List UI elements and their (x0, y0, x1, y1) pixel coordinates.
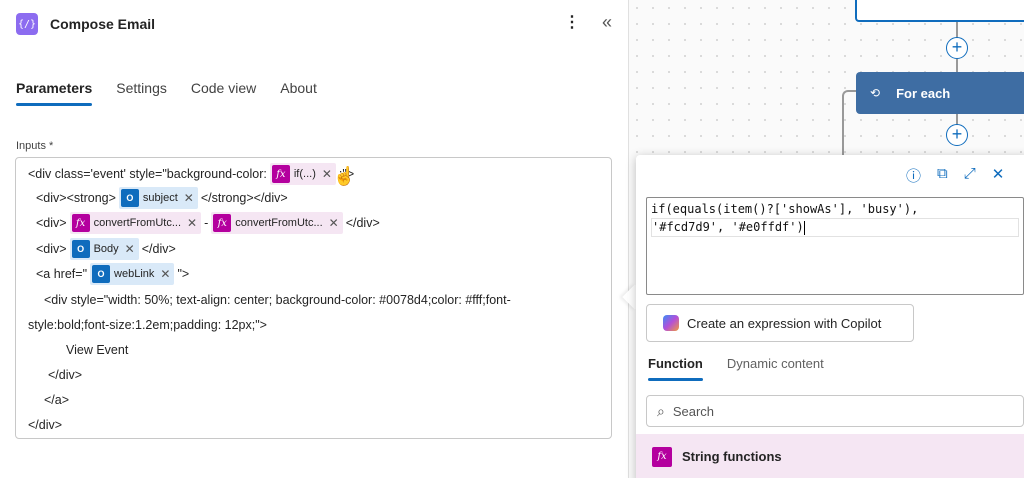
search-placeholder: Search (672, 403, 715, 419)
token-label: if(...) (293, 168, 316, 180)
action-panel: {/} Compose Email ⋮ « Parameters Setting… (0, 0, 628, 478)
fx-icon: fx (652, 446, 672, 467)
branch-line (842, 90, 856, 160)
code-text: style:bold;font-size:1.2em;padding: 12px… (28, 318, 267, 332)
fx-icon: fx (271, 165, 290, 183)
outlook-icon: O (71, 240, 90, 258)
fx-icon: fx (213, 214, 232, 232)
code-text: </strong></div> (200, 191, 288, 205)
outlook-icon: O (92, 265, 111, 283)
remove-token-icon[interactable]: ✕ (322, 167, 332, 181)
code-text: <div> (36, 242, 67, 256)
token-label: convertFromUtc... (235, 217, 323, 229)
outlook-icon: O (120, 189, 139, 207)
function-tabs: Function Dynamic content (648, 356, 824, 381)
editor-line: </div> (28, 414, 62, 436)
remove-token-icon[interactable]: ✕ (329, 216, 339, 230)
expression-line-current: '#fcd7d9', '#e0ffdf') (651, 218, 1019, 237)
for-each-node[interactable]: ⟲ For each (856, 72, 1024, 114)
code-text: <div class='event' style="background-col… (28, 167, 267, 181)
text-caret (803, 220, 805, 235)
remove-token-icon[interactable]: ✕ (184, 191, 194, 205)
token-label: webLink (114, 268, 155, 280)
connector-line (956, 59, 958, 72)
code-text: </div> (28, 418, 63, 432)
code-text: View Event (66, 343, 129, 357)
tab-about[interactable]: About (280, 80, 317, 106)
search-icon: ⌕ (657, 402, 665, 419)
code-text: <div> (36, 216, 67, 230)
code-text: </div> (345, 216, 380, 230)
token-label: convertFromUtc... (93, 217, 181, 229)
editor-line: <div style="width: 50%; text-align: cent… (44, 289, 511, 311)
code-text: <div><strong> (36, 191, 116, 205)
panel-tabs: Parameters Settings Code view About (16, 80, 317, 106)
editor-line: </div> (48, 364, 82, 386)
expression-token[interactable]: fx convertFromUtc... ✕ (69, 212, 202, 234)
dynamic-content-token[interactable]: OwebLink ✕ (90, 263, 175, 285)
inputs-editor[interactable]: <div class='event' style="background-col… (15, 157, 612, 439)
expression-token[interactable]: fx convertFromUtc... ✕ (211, 212, 343, 234)
editor-line: <div> O Body ✕ </div> (36, 238, 176, 260)
code-text: <div style="width: 50%; text-align: cent… (44, 293, 511, 307)
expand-icon[interactable]: ⤢ (964, 165, 976, 186)
code-text: </div> (141, 242, 176, 256)
token-label: subject (142, 192, 178, 204)
add-step-icon[interactable]: + (946, 124, 968, 146)
dynamic-content-token[interactable]: Osubject ✕ (118, 187, 198, 209)
editor-line: <a href=" OwebLink ✕ "> (36, 263, 189, 285)
more-options-icon[interactable]: ⋮ (564, 12, 580, 34)
code-text: </div> (48, 368, 83, 382)
category-label: String functions (682, 449, 782, 464)
editor-line: </a> (44, 389, 69, 411)
tab-parameters[interactable]: Parameters (16, 80, 93, 106)
previous-action-node[interactable] (855, 0, 1024, 22)
expression-line: '#fcd7d9', '#e0ffdf') (652, 220, 804, 234)
info-icon[interactable]: ⓘ (906, 165, 921, 186)
editor-line: style:bold;font-size:1.2em;padding: 12px… (28, 314, 267, 336)
editor-line: <div> fx convertFromUtc... ✕ - fx convertFr… (36, 212, 380, 234)
expression-line: if(equals(item()?['showAs'], 'busy'), (651, 202, 919, 216)
hand-cursor-icon: ☝ (333, 166, 356, 186)
paste-icon[interactable]: ⧉ (937, 165, 948, 186)
editor-line: View Event (66, 339, 128, 361)
code-text: - (204, 216, 209, 230)
fx-icon: fx (71, 214, 90, 232)
close-icon[interactable]: ✕ (992, 165, 1005, 186)
popup-toolbar: ⓘ ⧉ ⤢ ✕ (906, 165, 1004, 186)
remove-token-icon[interactable]: ✕ (160, 267, 170, 281)
expression-token[interactable]: fx if(...) ✕ (269, 163, 336, 185)
tab-dynamic-content[interactable]: Dynamic content (727, 356, 824, 381)
tab-function[interactable]: Function (648, 356, 703, 381)
dynamic-content-token[interactable]: O Body ✕ (69, 238, 139, 260)
panel-header: {/} Compose Email (16, 12, 155, 36)
editor-line: <div class='event' style="background-col… (28, 163, 354, 185)
copilot-label: Create an expression with Copilot (687, 315, 882, 331)
token-label: Body (93, 243, 119, 255)
tab-code-view[interactable]: Code view (191, 80, 256, 106)
code-text: <a href=" (36, 267, 88, 281)
string-functions-category[interactable]: fx String functions (636, 434, 1024, 478)
remove-token-icon[interactable]: ✕ (187, 216, 197, 230)
panel-title: Compose Email (50, 16, 156, 32)
expression-editor-popup: ⓘ ⧉ ⤢ ✕ if(equals(item()?['showAs'], 'bu… (636, 155, 1024, 478)
tab-settings[interactable]: Settings (116, 80, 167, 106)
add-step-icon[interactable]: + (946, 37, 968, 59)
editor-line: <div><strong> Osubject ✕ </strong></div> (36, 187, 288, 209)
for-each-label: For each (896, 85, 951, 101)
inputs-label: Inputs * (16, 140, 54, 152)
code-text: "> (177, 267, 190, 281)
collapse-panel-icon[interactable]: « (596, 10, 618, 34)
code-text: </a> (44, 393, 70, 407)
compose-icon: {/} (16, 13, 38, 35)
copilot-button[interactable]: Create an expression with Copilot (646, 304, 914, 342)
copilot-icon (663, 315, 679, 331)
remove-token-icon[interactable]: ✕ (125, 242, 135, 256)
expression-input[interactable]: if(equals(item()?['showAs'], 'busy'), '#… (646, 197, 1024, 295)
loop-icon: ⟲ (870, 86, 881, 100)
function-search-input[interactable]: ⌕ Search (646, 395, 1024, 427)
